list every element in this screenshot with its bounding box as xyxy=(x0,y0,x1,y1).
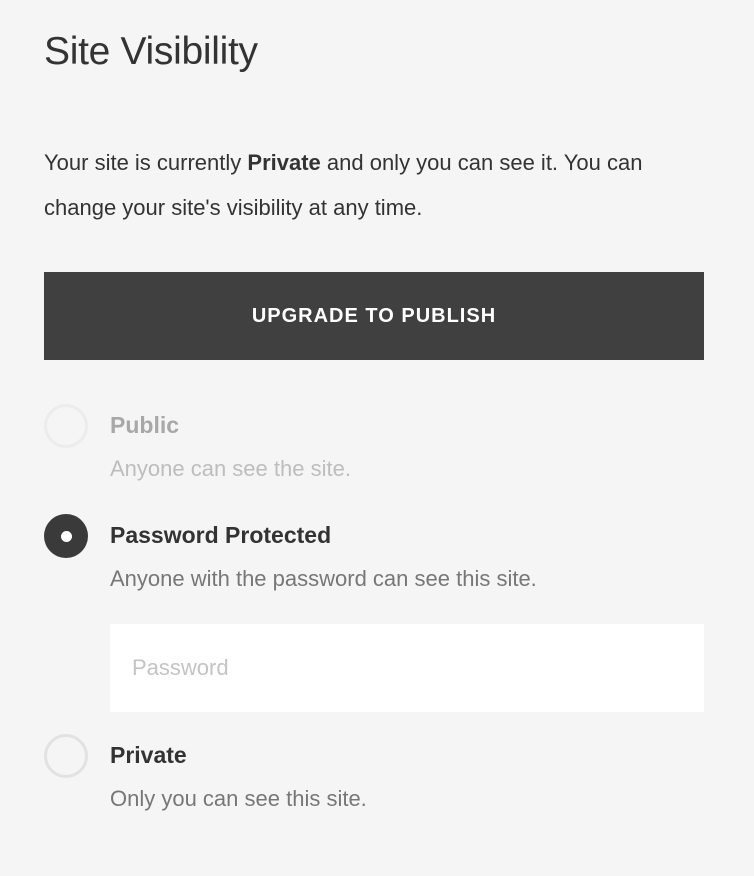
radio-selected-dot xyxy=(60,530,72,542)
password-protected-radio[interactable] xyxy=(44,514,88,558)
password-input[interactable] xyxy=(110,624,704,712)
public-label: Public xyxy=(110,412,180,438)
upgrade-to-publish-button[interactable]: UPGRADE TO PUBLISH xyxy=(44,272,704,360)
description-prefix: Your site is currently xyxy=(44,150,248,175)
password-protected-label: Password Protected xyxy=(110,522,332,548)
private-description: Only you can see this site. xyxy=(110,786,367,811)
current-status: Private xyxy=(247,150,321,175)
page-title: Site Visibility xyxy=(44,30,258,73)
private-label: Private xyxy=(110,742,187,768)
private-radio[interactable] xyxy=(44,734,88,778)
password-protected-description: Anyone with the password can see this si… xyxy=(110,566,537,591)
public-description: Anyone can see the site. xyxy=(110,456,351,481)
visibility-description: Your site is currently Private and only … xyxy=(44,140,684,230)
public-radio[interactable] xyxy=(44,404,88,448)
